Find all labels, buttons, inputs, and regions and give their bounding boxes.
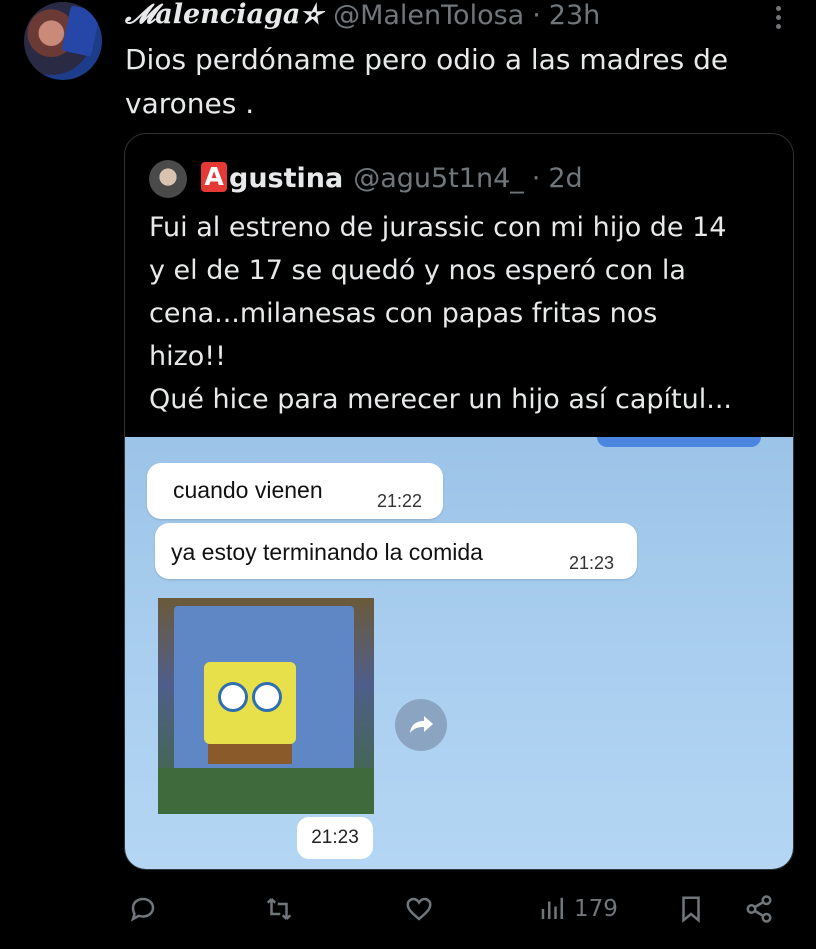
reply-button[interactable]	[128, 887, 158, 931]
bookmark-button[interactable]	[676, 887, 706, 931]
bookmark-icon	[682, 896, 700, 923]
chat-message-text: cuando vienen	[173, 477, 323, 503]
more-options-icon[interactable]	[776, 6, 782, 33]
spongebob-sticker	[158, 598, 374, 814]
quoted-time: 2d	[548, 162, 583, 194]
share-button[interactable]	[744, 887, 774, 931]
heart-icon	[406, 897, 432, 921]
quoted-header: gustina @agu5t1n4_ · 2d	[229, 160, 583, 196]
quoted-text: Fui al estreno de jurassic con mi hijo d…	[149, 206, 789, 421]
retweet-button[interactable]	[264, 887, 294, 931]
chat-message-text: ya estoy terminando la comida	[171, 539, 483, 565]
tweet-text: Dios perdóname pero odio a las madres de…	[125, 43, 729, 120]
quoted-text-line: Fui al estreno de jurassic con mi hijo d…	[149, 212, 727, 243]
reply-icon	[130, 897, 155, 922]
tweet-header: 𝓜alenciaga✫ @MalenTolosa · 23h	[125, 0, 600, 32]
share-icon	[746, 895, 772, 923]
quoted-author-avatar	[149, 160, 187, 198]
quoted-name-badge: A	[201, 162, 227, 192]
views-count: 179	[574, 896, 618, 922]
chat-message-time: 21:22	[377, 491, 423, 511]
quoted-separator: ·	[531, 162, 541, 194]
author-avatar[interactable]	[24, 2, 102, 80]
sticker-time: 21:23	[297, 817, 373, 859]
quoted-text-line: cena...milanesas con papas fritas nos	[149, 298, 658, 329]
chat-bubble: ya estoy terminando la comida 21:23	[155, 523, 637, 579]
header-separator: ·	[532, 0, 541, 31]
author-display-name[interactable]: 𝓜alenciaga✫	[125, 0, 323, 31]
action-bar: 179	[0, 887, 816, 931]
chat-message-time: 21:23	[569, 553, 615, 573]
quoted-text-line: y el de 17 se quedó y nos esperó con la	[149, 255, 686, 286]
author-handle[interactable]: @MalenTolosa	[333, 0, 524, 31]
quoted-text-line: Qué hice para merecer un hijo así capítu…	[149, 384, 732, 415]
forward-icon	[395, 699, 447, 751]
views-icon	[541, 897, 563, 919]
like-button[interactable]	[404, 887, 434, 931]
quoted-text-line: hizo!!	[149, 341, 226, 372]
quoted-display-name: gustina	[229, 162, 344, 194]
views-button[interactable]: 179	[538, 887, 618, 931]
chat-screenshot-image[interactable]: cuando vienen 21:22 ya estoy terminando …	[125, 437, 793, 869]
quoted-handle: @agu5t1n4_	[353, 162, 524, 194]
chat-top-bar	[597, 437, 761, 447]
retweet-icon	[266, 898, 292, 920]
chat-bubble: cuando vienen 21:22	[147, 463, 443, 519]
quoted-tweet[interactable]: A gustina @agu5t1n4_ · 2d Fui al estreno…	[124, 133, 794, 870]
tweet-time[interactable]: 23h	[549, 0, 600, 31]
